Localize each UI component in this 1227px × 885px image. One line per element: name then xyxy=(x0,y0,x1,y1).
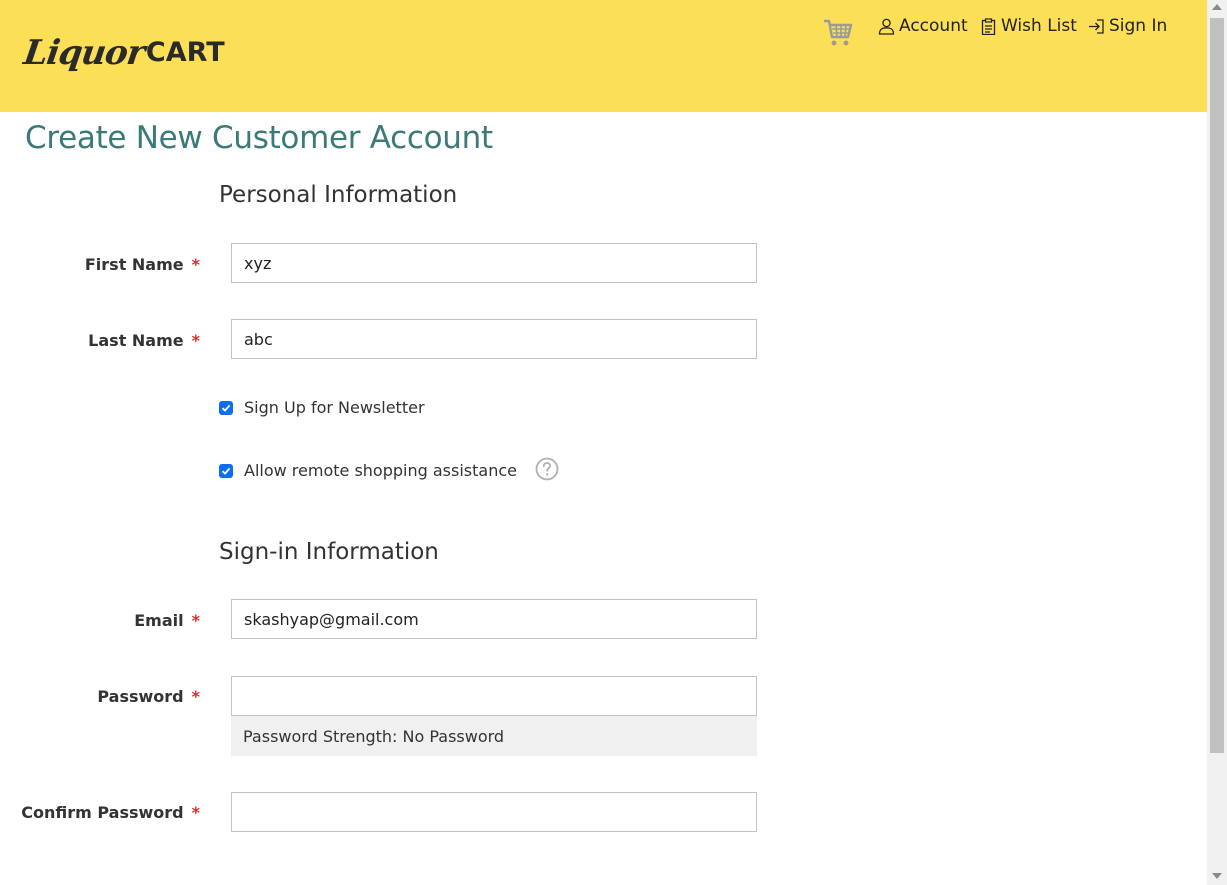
password-label-text: Password xyxy=(97,686,184,706)
sign-in-icon xyxy=(1089,18,1104,34)
checkmark-icon xyxy=(221,467,231,475)
clipboard-icon xyxy=(981,17,996,35)
confirm-password-label-text: Confirm Password xyxy=(21,802,184,822)
password-label: Password * xyxy=(97,676,200,716)
confirm-password-label: Confirm Password * xyxy=(21,792,200,832)
email-label: Email * xyxy=(134,600,200,640)
last-name-input[interactable]: abc xyxy=(231,319,757,359)
required-marker: * xyxy=(191,330,200,350)
password-strength-meter: Password Strength: No Password xyxy=(231,716,757,756)
logo-cart-text: CART xyxy=(145,37,225,68)
required-marker: * xyxy=(191,254,200,274)
account-label: Account xyxy=(899,16,968,36)
remote-assistance-label: Allow remote shopping assistance xyxy=(244,461,517,480)
required-marker: * xyxy=(191,686,200,706)
signin-link[interactable]: Sign In xyxy=(1088,14,1167,38)
password-input[interactable] xyxy=(231,676,757,716)
cart-icon[interactable] xyxy=(822,16,854,48)
checkmark-icon xyxy=(221,404,231,412)
logo-script-text: Liquor xyxy=(21,33,147,73)
newsletter-label: Sign Up for Newsletter xyxy=(244,398,425,417)
wishlist-label: Wish List xyxy=(1001,16,1077,36)
email-input[interactable]: skashyap@gmail.com xyxy=(231,599,757,639)
newsletter-checkbox[interactable] xyxy=(219,400,233,415)
user-icon xyxy=(878,18,895,35)
remote-assistance-option[interactable]: Allow remote shopping assistance xyxy=(219,461,517,480)
signin-label: Sign In xyxy=(1109,16,1168,36)
account-link[interactable]: Account xyxy=(878,14,968,38)
remote-assistance-checkbox[interactable] xyxy=(219,463,233,478)
last-name-label-text: Last Name xyxy=(88,330,184,350)
scroll-up-arrow-icon[interactable] xyxy=(1212,4,1222,10)
first-name-label: First Name * xyxy=(85,244,200,284)
scrollbar-thumb[interactable] xyxy=(1210,18,1224,753)
email-label-text: Email xyxy=(134,610,184,630)
page-title: Create New Customer Account xyxy=(25,120,493,156)
required-marker: * xyxy=(191,802,200,822)
first-name-input[interactable]: xyz xyxy=(231,243,757,283)
wishlist-link[interactable]: Wish List xyxy=(980,14,1077,38)
vertical-scrollbar[interactable] xyxy=(1207,0,1227,885)
required-marker: * xyxy=(191,610,200,630)
personal-info-heading: Personal Information xyxy=(219,182,458,208)
first-name-label-text: First Name xyxy=(84,254,184,274)
newsletter-option[interactable]: Sign Up for Newsletter xyxy=(219,398,425,417)
last-name-label: Last Name * xyxy=(88,320,200,360)
confirm-password-input[interactable] xyxy=(231,792,757,832)
site-header: Liquor CART Account Wish List Sign In xyxy=(0,0,1207,112)
site-logo[interactable]: Liquor CART xyxy=(21,10,225,73)
help-icon[interactable] xyxy=(535,457,559,481)
signin-info-heading: Sign-in Information xyxy=(219,539,439,565)
scroll-down-arrow-icon[interactable] xyxy=(1212,873,1222,879)
